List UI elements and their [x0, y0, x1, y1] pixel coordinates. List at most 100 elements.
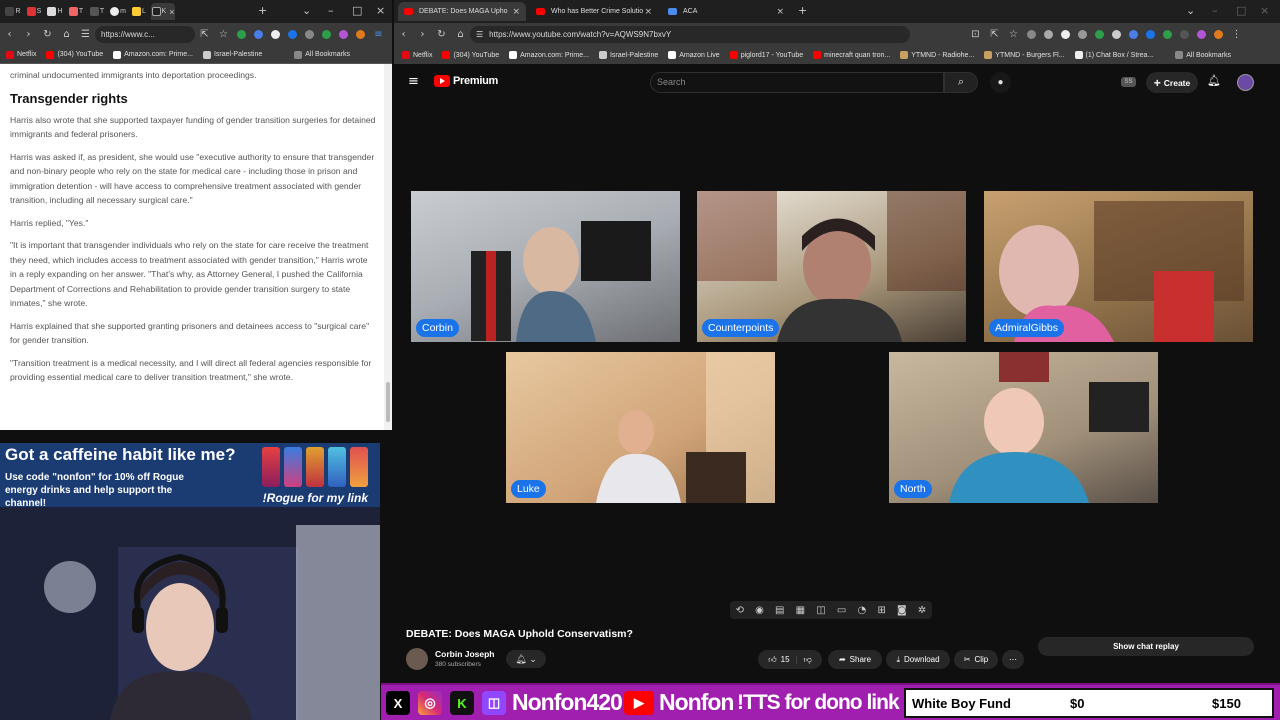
- bookmark-israel-palestine[interactable]: Israel-Palestine: [202, 50, 262, 59]
- bookmark-amazon[interactable]: Amazon.com: Prime...: [509, 51, 589, 59]
- extension-pen-icon[interactable]: [237, 30, 246, 39]
- close-tab-icon[interactable]: ×: [512, 7, 520, 17]
- hamburger-menu-icon[interactable]: ≡: [408, 74, 419, 89]
- extension-off-icon[interactable]: [1112, 30, 1121, 39]
- close-window-icon[interactable]: ×: [1260, 4, 1269, 17]
- thumbs-up-icon[interactable]: 👍︎: [768, 655, 776, 665]
- tab-search-icon[interactable]: ⌄: [302, 4, 311, 17]
- extension-trash-icon[interactable]: [1027, 30, 1036, 39]
- bookmark-ytmnd-radiohead[interactable]: YTMND - Radiohe...: [900, 51, 974, 59]
- share-icon[interactable]: ⇱: [195, 29, 214, 40]
- speed-icon[interactable]: ◔: [858, 605, 867, 616]
- channel-name[interactable]: Corbin Joseph: [435, 649, 495, 659]
- tab-l[interactable]: L: [130, 3, 148, 20]
- bookmark-star-icon[interactable]: ☆: [1004, 29, 1023, 40]
- url-field[interactable]: https://www.c...: [95, 26, 195, 43]
- close-tab-icon[interactable]: ×: [169, 7, 174, 17]
- tab-search-icon[interactable]: ⌄: [1186, 4, 1195, 17]
- extension-grey-icon[interactable]: [305, 30, 314, 39]
- tab-t2[interactable]: T: [88, 3, 106, 20]
- home-icon[interactable]: ⌂: [57, 29, 76, 40]
- new-tab-icon[interactable]: +: [798, 4, 807, 17]
- extension-purple-icon[interactable]: [1197, 30, 1206, 39]
- profile-icon[interactable]: [1214, 30, 1223, 39]
- download-button[interactable]: ⤓ Download: [886, 650, 950, 669]
- extension-flask-icon[interactable]: [322, 30, 331, 39]
- extension-dark-icon[interactable]: [1180, 30, 1189, 39]
- extension-white-icon[interactable]: [271, 30, 280, 39]
- audio-icon[interactable]: ◉: [755, 605, 764, 616]
- scrollbar-thumb[interactable]: [386, 382, 390, 422]
- bookmark-amazon[interactable]: Amazon.com: Prime...: [113, 50, 193, 59]
- forward-icon[interactable]: ›: [19, 29, 38, 40]
- bookmark-minecraft[interactable]: minecraft quan tron...: [813, 51, 890, 59]
- tab-aca[interactable]: ACA ×: [662, 2, 790, 21]
- bookmark-youtube[interactable]: (304) YouTube: [46, 50, 103, 59]
- menu-icon[interactable]: ⋮: [1227, 29, 1246, 40]
- bookmark-ytmnd-burgers[interactable]: YTMND - Burgers Fl...: [984, 51, 1065, 59]
- reload-icon[interactable]: ↻: [38, 29, 57, 40]
- tab-s[interactable]: S: [25, 3, 43, 20]
- microphone-icon[interactable]: ●: [990, 72, 1011, 93]
- forward-icon[interactable]: ›: [413, 29, 432, 40]
- tab-r[interactable]: R: [4, 3, 22, 20]
- close-tab-icon[interactable]: ×: [644, 7, 652, 17]
- bookmark-star-icon[interactable]: ☆: [214, 29, 233, 40]
- bookmark-israel-palestine[interactable]: Israel-Palestine: [598, 51, 658, 59]
- tab-crime-solutions[interactable]: Who has Better Crime Solutio ×: [530, 2, 658, 21]
- camera-icon[interactable]: ◙: [897, 605, 907, 616]
- tab-m[interactable]: m: [109, 3, 127, 20]
- new-tab-icon[interactable]: +: [258, 4, 267, 17]
- channel-avatar[interactable]: [406, 648, 428, 670]
- extension-flask-icon[interactable]: [1163, 30, 1172, 39]
- tab-t1[interactable]: T: [67, 3, 85, 20]
- notifications-bell-icon[interactable]: 🔔︎: [1207, 74, 1221, 87]
- maximize-icon[interactable]: □: [352, 4, 362, 17]
- close-tab-icon[interactable]: ×: [776, 7, 784, 17]
- back-icon[interactable]: ‹: [0, 29, 19, 40]
- extension-purple-icon[interactable]: [339, 30, 348, 39]
- site-info-icon[interactable]: ☰: [76, 29, 95, 40]
- extension-green-icon[interactable]: [1095, 30, 1104, 39]
- bookmark-chat-box[interactable]: (1) Chat Box / Strea...: [1074, 51, 1153, 59]
- settings-gear-icon[interactable]: ✲: [918, 605, 926, 616]
- maximize-icon[interactable]: □: [1236, 4, 1246, 17]
- bookmark-all[interactable]: All Bookmarks: [294, 50, 350, 59]
- tab-debate-video[interactable]: DEBATE: Does MAGA Upho ×: [398, 2, 526, 21]
- tab-h[interactable]: H: [46, 3, 64, 20]
- share-button[interactable]: ➦ Share: [828, 650, 882, 669]
- reload-icon[interactable]: ↻: [432, 29, 451, 40]
- more-actions-button[interactable]: ⋯: [1002, 650, 1024, 669]
- clip-button[interactable]: ✂ Clip: [954, 650, 998, 669]
- extension-dots-icon[interactable]: [1078, 30, 1087, 39]
- loop-icon[interactable]: ⟲: [736, 605, 744, 616]
- extension-puzzle-icon[interactable]: [1146, 30, 1155, 39]
- site-info-icon[interactable]: ☰: [476, 30, 483, 39]
- profile-icon[interactable]: [356, 30, 365, 39]
- close-window-icon[interactable]: ×: [376, 4, 385, 17]
- ss-badge-icon[interactable]: SS: [1121, 77, 1136, 87]
- bookmark-all[interactable]: All Bookmarks: [1175, 51, 1231, 59]
- account-avatar[interactable]: [1237, 74, 1254, 91]
- create-button[interactable]: + Create: [1146, 72, 1198, 93]
- minimize-icon[interactable]: –: [328, 4, 334, 17]
- subscription-bell-button[interactable]: 🔔︎ ⌄: [506, 650, 546, 668]
- extension-blue-icon[interactable]: [254, 30, 263, 39]
- install-icon[interactable]: ⊡: [966, 29, 985, 40]
- extension-puzzle-icon[interactable]: [288, 30, 297, 39]
- home-icon[interactable]: ⌂: [451, 29, 470, 40]
- minimize-icon[interactable]: –: [1212, 4, 1218, 17]
- add-icon[interactable]: ⊞: [877, 605, 885, 616]
- search-input[interactable]: Search: [650, 72, 944, 93]
- clip-icon[interactable]: ▦: [796, 605, 805, 616]
- like-dislike-button[interactable]: 👍︎ 15 | 👎︎: [758, 650, 822, 669]
- bookmark-netflix[interactable]: Netflix: [402, 51, 432, 59]
- captions-icon[interactable]: ▤: [775, 605, 784, 616]
- menu-icon[interactable]: ≡: [369, 29, 388, 40]
- show-chat-replay-button[interactable]: Show chat replay: [1038, 637, 1254, 656]
- bookmark-netflix[interactable]: Netflix: [6, 50, 36, 59]
- extension-grey-icon[interactable]: [1044, 30, 1053, 39]
- article-scrollbar[interactable]: [384, 64, 392, 430]
- bookmark-piglord[interactable]: piglord17 - YouTube: [729, 51, 803, 59]
- thumbs-down-icon[interactable]: 👎︎: [804, 655, 812, 665]
